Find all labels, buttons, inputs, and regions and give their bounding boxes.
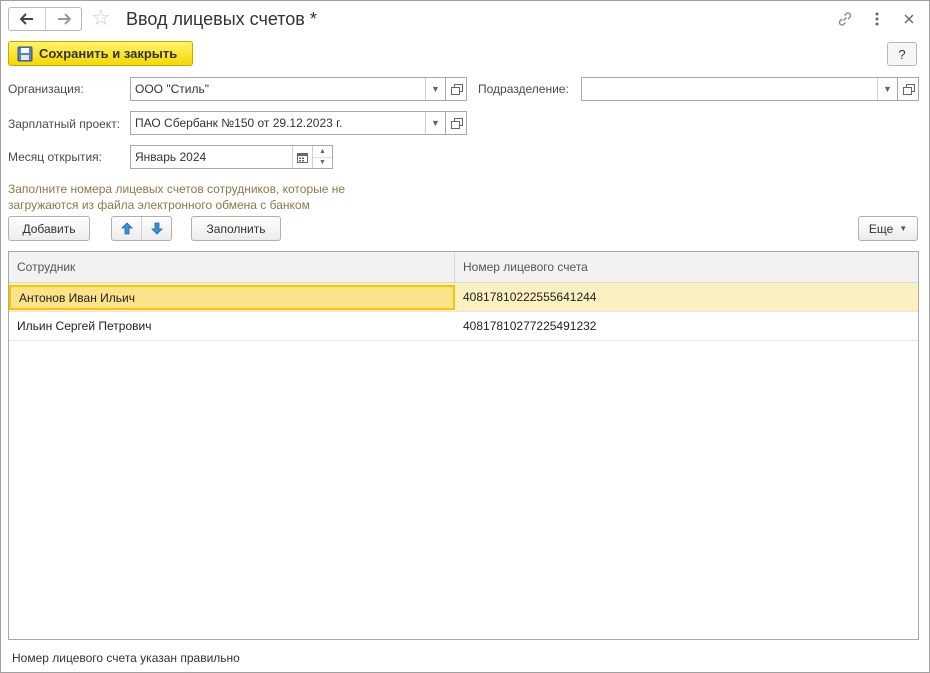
opening-month-label: Месяц открытия: xyxy=(8,150,102,164)
arrow-right-icon xyxy=(57,13,71,25)
arrow-up-icon xyxy=(120,222,133,235)
form-window: ☆ Ввод лицевых счетов * Сохранить и закр… xyxy=(0,0,930,673)
close-button[interactable] xyxy=(899,9,919,29)
stepper-down-icon[interactable]: ▼ xyxy=(313,158,332,169)
window-controls xyxy=(835,9,919,29)
chevron-down-icon: ▼ xyxy=(899,224,908,233)
hint-text: Заполните номера лицевых счетов сотрудни… xyxy=(8,182,346,212)
more-actions-button[interactable] xyxy=(867,9,887,29)
dropdown-arrow-icon[interactable]: ▼ xyxy=(877,78,897,100)
save-and-close-button[interactable]: Сохранить и закрыть xyxy=(8,41,193,66)
organization-field[interactable]: ООО "Стиль" ▼ xyxy=(130,77,446,101)
link-icon xyxy=(838,12,852,26)
department-open-button[interactable] xyxy=(897,77,919,101)
opening-month-field[interactable]: Январь 2024 ▲ ▼ xyxy=(130,145,333,169)
back-button[interactable] xyxy=(9,8,45,30)
account-cell[interactable]: 40817810222555641244 xyxy=(455,283,918,311)
navigation-buttons xyxy=(8,7,82,31)
organization-value: ООО "Стиль" xyxy=(135,82,209,96)
status-message: Номер лицевого счета указан правильно xyxy=(12,651,240,665)
more-label: Еще xyxy=(868,221,894,236)
stepper-up-icon[interactable]: ▲ xyxy=(313,146,332,158)
organization-label: Организация: xyxy=(8,82,84,96)
column-header-account[interactable]: Номер лицевого счета xyxy=(455,252,918,282)
move-up-button[interactable] xyxy=(112,217,141,240)
department-label: Подразделение: xyxy=(478,82,569,96)
organization-open-button[interactable] xyxy=(445,77,467,101)
calendar-button[interactable] xyxy=(292,146,312,168)
table-row[interactable]: Ильин Сергей Петрович 408178102772254912… xyxy=(9,312,918,341)
link-button[interactable] xyxy=(835,9,855,29)
dropdown-arrow-icon[interactable]: ▼ xyxy=(425,78,445,100)
column-header-employee[interactable]: Сотрудник xyxy=(9,252,455,282)
page-title: Ввод лицевых счетов * xyxy=(126,9,317,29)
add-button[interactable]: Добавить xyxy=(8,216,90,241)
salary-project-open-button[interactable] xyxy=(445,111,467,135)
move-buttons xyxy=(111,216,172,241)
table-row[interactable]: Антонов Иван Ильич 40817810222555641244 xyxy=(9,283,918,312)
help-button[interactable]: ? xyxy=(887,42,917,66)
close-icon xyxy=(904,14,914,24)
salary-project-value: ПАО Сбербанк №150 от 29.12.2023 г. xyxy=(135,116,343,130)
accounts-table: Сотрудник Номер лицевого счета Антонов И… xyxy=(8,251,919,640)
save-disk-icon xyxy=(17,46,33,61)
open-form-icon xyxy=(450,84,463,95)
favorite-star-icon[interactable]: ☆ xyxy=(91,6,111,30)
arrow-down-icon xyxy=(150,222,163,235)
table-header: Сотрудник Номер лицевого счета xyxy=(9,252,918,283)
employee-cell[interactable]: Антонов Иван Ильич xyxy=(9,285,455,310)
open-form-icon xyxy=(450,118,463,129)
more-button[interactable]: Еще ▼ xyxy=(858,216,918,241)
calendar-icon xyxy=(297,152,308,163)
salary-project-label: Зарплатный проект: xyxy=(8,117,121,131)
account-cell[interactable]: 40817810277225491232 xyxy=(455,312,918,340)
fill-button[interactable]: Заполнить xyxy=(191,216,281,241)
dropdown-arrow-icon[interactable]: ▼ xyxy=(425,112,445,134)
vertical-dots-icon xyxy=(875,12,879,26)
salary-project-field[interactable]: ПАО Сбербанк №150 от 29.12.2023 г. ▼ xyxy=(130,111,446,135)
move-down-button[interactable] xyxy=(141,217,171,240)
arrow-left-icon xyxy=(20,13,33,25)
save-and-close-label: Сохранить и закрыть xyxy=(39,46,178,61)
month-stepper[interactable]: ▲ ▼ xyxy=(312,146,332,168)
open-form-icon xyxy=(902,84,915,95)
opening-month-value: Январь 2024 xyxy=(135,150,207,164)
forward-button[interactable] xyxy=(45,8,81,30)
department-field[interactable]: ▼ xyxy=(581,77,898,101)
employee-cell[interactable]: Ильин Сергей Петрович xyxy=(9,312,455,340)
